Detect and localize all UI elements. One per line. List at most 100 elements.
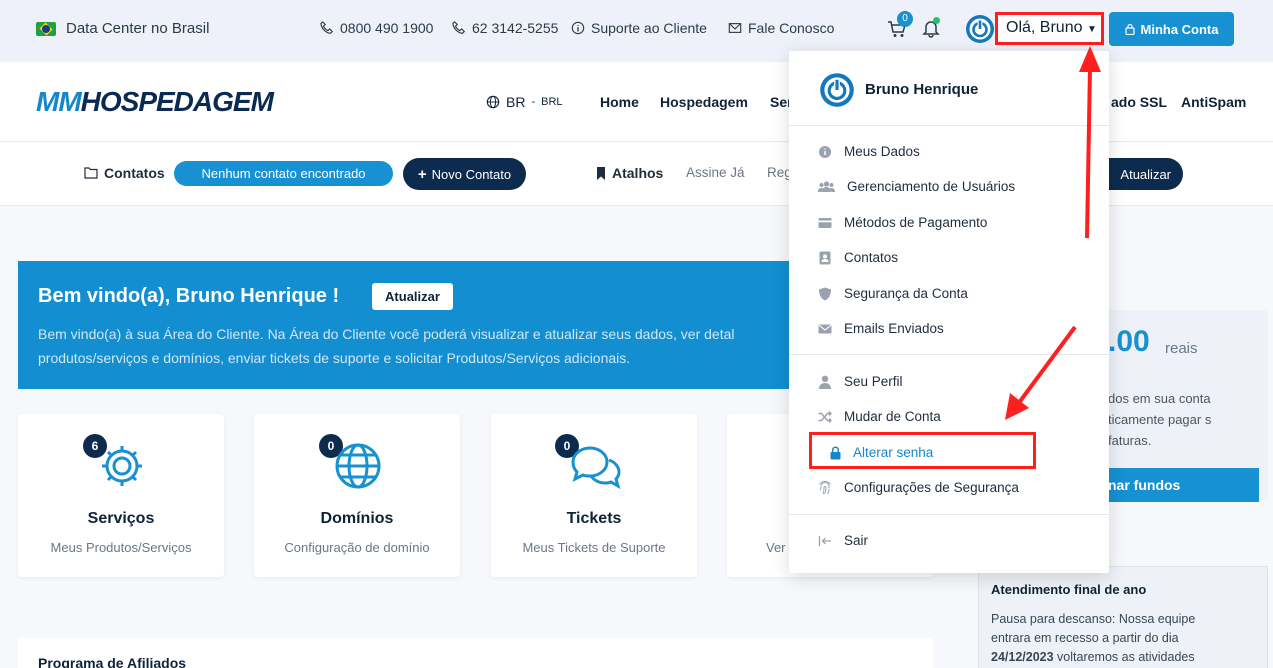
menu-item-sent-emails[interactable]: Emails Enviados bbox=[818, 321, 944, 336]
contact-label: Fale Conosco bbox=[748, 20, 835, 36]
affiliates-title: Programa de Afiliados bbox=[38, 655, 187, 668]
nav-ssl[interactable]: ado SSL bbox=[1111, 94, 1167, 110]
globe-icon bbox=[335, 443, 381, 489]
card-icon bbox=[818, 217, 832, 228]
chat-icon bbox=[571, 446, 621, 490]
menu-item-label: Métodos de Pagamento bbox=[844, 215, 988, 230]
datacenter-info: Data Center no Brasil bbox=[36, 20, 209, 37]
notice-body: Pausa para descanso: Nossa equipe entrar… bbox=[991, 610, 1231, 667]
menu-item-label: Emails Enviados bbox=[844, 321, 944, 336]
shortcuts-label: Atalhos bbox=[596, 165, 663, 181]
tickets-card[interactable]: 0 Tickets Meus Tickets de Suporte bbox=[491, 414, 697, 577]
currency-label: BRL bbox=[541, 96, 563, 108]
folder-icon bbox=[84, 167, 98, 179]
phone-2-label: 62 3142-5255 bbox=[472, 20, 559, 36]
menu-item-label: Contatos bbox=[844, 250, 899, 265]
envelope-icon bbox=[818, 324, 832, 333]
shield-icon bbox=[819, 287, 831, 300]
brazil-flag-icon bbox=[36, 21, 56, 36]
notice-date: 24/12/2023 bbox=[991, 650, 1054, 664]
greeting-label: Olá, Bruno bbox=[1006, 19, 1083, 36]
phone-1-label: 0800 490 1900 bbox=[340, 20, 434, 36]
credit-amount: .00 bbox=[1108, 325, 1150, 358]
user-icon bbox=[819, 375, 831, 389]
shortcuts-text: Atalhos bbox=[612, 165, 664, 181]
nav-hosting[interactable]: Hospedagem bbox=[660, 94, 748, 110]
tickets-title: Tickets bbox=[566, 510, 622, 527]
credit-unit: reais bbox=[1165, 340, 1198, 357]
gear-icon bbox=[102, 446, 142, 486]
info-icon bbox=[819, 145, 831, 158]
contact-icon bbox=[819, 251, 831, 264]
menu-item-user-management[interactable]: Gerenciamento de Usuários bbox=[818, 179, 1015, 194]
locale-label: BR bbox=[506, 94, 526, 110]
nav-home[interactable]: Home bbox=[600, 94, 639, 110]
menu-item-payment-methods[interactable]: Métodos de Pagamento bbox=[818, 215, 987, 230]
no-contacts-pill: Nenhum contato encontrado bbox=[174, 161, 393, 186]
new-contact-button[interactable]: + Novo Contato bbox=[403, 158, 526, 190]
shortcut-assine[interactable]: Assine Já bbox=[686, 165, 745, 180]
welcome-title: Bem vindo(a), Bruno Henrique ! bbox=[38, 285, 340, 307]
highlight-box-change-password bbox=[809, 432, 1036, 469]
services-subtitle: Meus Produtos/Serviços bbox=[50, 540, 192, 555]
avatar-power-icon[interactable] bbox=[965, 14, 995, 44]
dropdown-divider bbox=[789, 125, 1109, 126]
menu-item-security-settings[interactable]: Configurações de Segurança bbox=[818, 480, 1019, 495]
support-label: Suporte ao Cliente bbox=[591, 20, 707, 36]
datacenter-label: Data Center no Brasil bbox=[66, 20, 210, 37]
nav-antispam[interactable]: AntiSpam bbox=[1181, 94, 1246, 110]
menu-item-account-security[interactable]: Segurança da Conta bbox=[818, 286, 968, 301]
dropdown-divider bbox=[789, 514, 1109, 515]
add-funds-button[interactable]: nar fundos bbox=[1096, 468, 1259, 502]
logo-part-1: MM bbox=[36, 86, 82, 117]
logout-icon bbox=[818, 535, 831, 546]
avatar-power-icon bbox=[820, 73, 854, 107]
credit-text: dos em sua conta ticamente pagar s fatur… bbox=[1108, 391, 1212, 448]
users-icon bbox=[818, 180, 835, 192]
menu-item-switch-account[interactable]: Mudar de Conta bbox=[818, 409, 941, 424]
tickets-subtitle: Meus Tickets de Suporte bbox=[522, 540, 666, 555]
welcome-update-button[interactable]: Atualizar bbox=[372, 283, 453, 310]
services-title: Serviços bbox=[87, 510, 155, 527]
support-link[interactable]: Suporte ao Cliente bbox=[571, 20, 707, 36]
logo[interactable]: MMHOSPEDAGEM bbox=[36, 86, 274, 118]
new-contact-label: Novo Contato bbox=[431, 166, 512, 182]
menu-item-contacts[interactable]: Contatos bbox=[818, 250, 898, 265]
menu-item-label: Seu Perfil bbox=[844, 374, 903, 389]
account-button-label: Minha Conta bbox=[1140, 21, 1219, 37]
user-greeting-dropdown[interactable]: Olá, Bruno ▼ bbox=[995, 12, 1104, 45]
notification-dot bbox=[933, 17, 940, 24]
notice-title: Atendimento final de ano bbox=[991, 582, 1147, 597]
cart-count-badge: 0 bbox=[897, 11, 913, 27]
account-button[interactable]: Minha Conta bbox=[1109, 12, 1234, 46]
menu-item-label: Configurações de Segurança bbox=[844, 480, 1019, 495]
services-card[interactable]: 6 Serviços Meus Produtos/Serviços bbox=[18, 414, 224, 577]
welcome-text: Bem vindo(a) à sua Área do Cliente. Na Á… bbox=[38, 326, 735, 366]
domains-card[interactable]: 0 Domínios Configuração de domínio bbox=[254, 414, 460, 577]
phone-1-link[interactable]: 0800 490 1900 bbox=[320, 20, 433, 36]
phone-2-link[interactable]: 62 3142-5255 bbox=[452, 20, 558, 36]
logo-part-2: HOSPEDAGEM bbox=[80, 86, 274, 117]
domains-title: Domínios bbox=[320, 510, 394, 527]
lock-icon bbox=[1124, 23, 1135, 35]
fingerprint-icon bbox=[819, 480, 831, 494]
notice-body-post: voltaremos as atividades bbox=[1053, 650, 1195, 664]
menu-item-my-data[interactable]: Meus Dados bbox=[818, 144, 920, 159]
menu-item-label: Segurança da Conta bbox=[844, 286, 968, 301]
caret-down-icon: ▼ bbox=[1086, 24, 1097, 35]
plus-icon: + bbox=[417, 165, 427, 183]
menu-item-profile[interactable]: Seu Perfil bbox=[818, 374, 903, 389]
phone-icon bbox=[452, 21, 466, 34]
contact-link[interactable]: Fale Conosco bbox=[728, 20, 834, 36]
domains-subtitle: Configuração de domínio bbox=[284, 540, 430, 555]
phone-icon bbox=[320, 21, 334, 34]
locale-selector[interactable]: BR - BRL bbox=[486, 94, 563, 110]
info-circle-icon bbox=[571, 21, 585, 35]
menu-item-label: Sair bbox=[844, 533, 869, 548]
dropdown-user-name: Bruno Henrique bbox=[865, 81, 979, 98]
menu-item-logout[interactable]: Sair bbox=[818, 533, 868, 548]
dropdown-divider bbox=[789, 354, 1109, 355]
menu-item-label: Meus Dados bbox=[844, 144, 920, 159]
globe-icon bbox=[486, 95, 500, 109]
contacts-label: Contatos bbox=[84, 165, 165, 181]
